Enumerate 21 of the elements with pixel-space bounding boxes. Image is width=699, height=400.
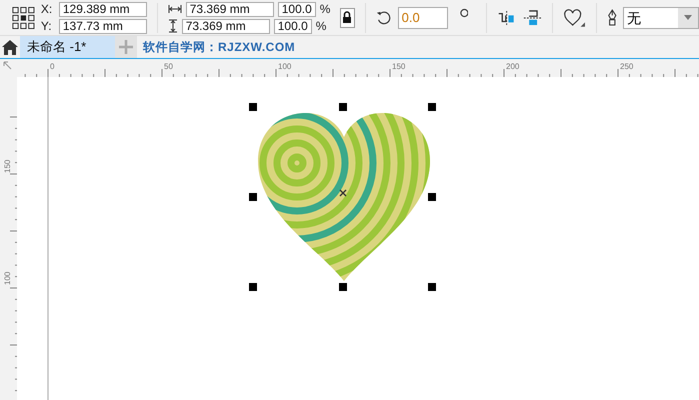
outline-width-dropdown[interactable]: 无 [623,6,699,28]
ruler-label: 100 [3,272,12,285]
scale-field[interactable]: 100.0 [278,2,316,16]
ruler-label: 50 [164,62,173,71]
ruler-label: 250 [620,62,634,71]
ruler-label: 200 [506,62,520,71]
document-tab[interactable]: 未命名 -1* [20,36,115,58]
coordinate-field[interactable]: 129.389 mm [58,2,147,16]
coordinate-label: X: [40,2,54,16]
percent-label: % [316,19,328,33]
coordinate-field[interactable]: 137.73 mm [58,18,147,34]
ruler-label: 100 [278,62,292,71]
coordinate-label: Y: [40,19,53,33]
size-field[interactable]: 73.369 mm [186,2,274,16]
size-field[interactable]: 73.369 mm [182,18,270,34]
ruler-label: 150 [392,62,406,71]
ruler-label: 0 [50,62,54,71]
percent-label: % [320,2,332,16]
ruler-label: 150 [3,160,12,173]
scale-field[interactable]: 100.0 [274,18,312,34]
watermark-text: 软件自学网：RJZXW.COM [142,38,296,56]
